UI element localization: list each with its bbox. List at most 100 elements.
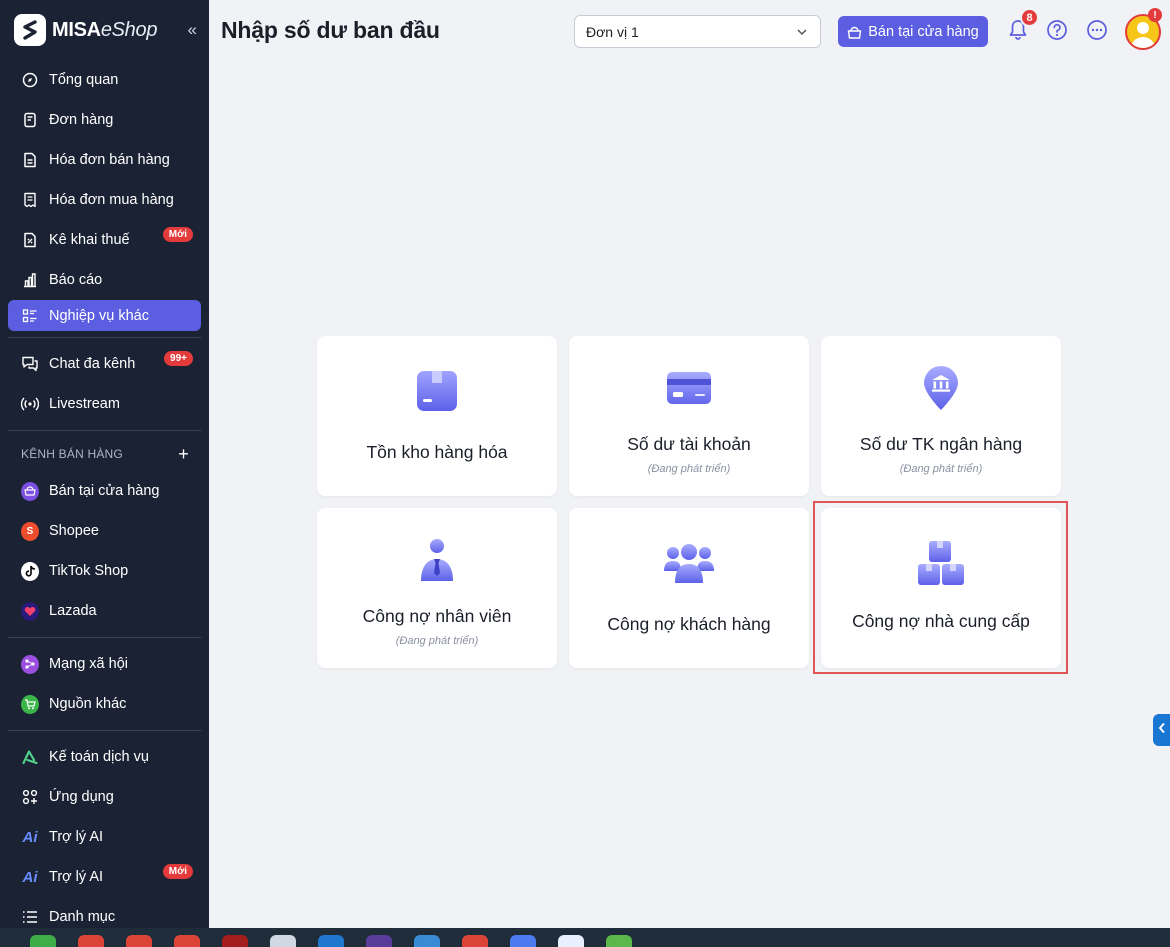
chat-count-badge: 99+ bbox=[164, 351, 193, 366]
report-icon bbox=[21, 271, 39, 289]
misa-logo-icon bbox=[14, 14, 46, 46]
sidebar-item-tiktok-shop[interactable]: TikTok Shop bbox=[0, 551, 209, 591]
page-title: Nhập số dư ban đầu bbox=[221, 17, 440, 43]
tax-icon bbox=[21, 231, 39, 249]
sales-invoice-icon bbox=[21, 151, 39, 169]
tools-nav: Kế toán dịch vụ Ứng dụng Ai Trợ lý AI Ai… bbox=[0, 737, 209, 937]
lazada-icon bbox=[21, 601, 39, 621]
sidebar-item-accounting-service[interactable]: Kế toán dịch vụ bbox=[0, 737, 209, 777]
top-bar: Nhập số dư ban đầu Đơn vị 1 Bán tại cửa … bbox=[209, 0, 1170, 62]
brand-name: MISAeShop bbox=[52, 18, 158, 41]
shopee-icon: S bbox=[21, 521, 39, 541]
card-title: Số dư TK ngân hàng bbox=[859, 434, 1023, 454]
side-panel-toggle[interactable] bbox=[1153, 714, 1170, 746]
purchase-invoice-icon bbox=[21, 191, 39, 209]
sidebar-item-sales-invoice[interactable]: Hóa đơn bán hàng bbox=[0, 140, 209, 180]
new-badge: Mới bbox=[162, 864, 193, 879]
catalog-icon bbox=[21, 908, 39, 926]
unit-select-value: Đơn vị 1 bbox=[586, 23, 639, 40]
taskbar-app-icon[interactable] bbox=[366, 935, 392, 947]
brand-logo[interactable]: MISAeShop bbox=[0, 0, 209, 60]
order-icon bbox=[21, 111, 39, 129]
sidebar-divider bbox=[8, 430, 201, 431]
card-bank-balance[interactable]: Số dư TK ngân hàng (Đang phát triển) bbox=[821, 336, 1061, 496]
ai-icon: Ai bbox=[22, 868, 38, 886]
sidebar-item-report[interactable]: Báo cáo bbox=[0, 260, 209, 300]
sidebar-item-store-sales[interactable]: Bán tại cửa hàng bbox=[0, 471, 209, 511]
card-title: Tồn kho hàng hóa bbox=[366, 442, 508, 462]
card-status: (Đang phát triển) bbox=[395, 635, 479, 647]
sidebar-item-shopee[interactable]: S Shopee bbox=[0, 511, 209, 551]
sidebar-comm-nav: Chat đa kênh 99+ Livestream bbox=[0, 344, 209, 424]
taskbar-app-icon[interactable] bbox=[270, 935, 296, 947]
sidebar-item-lazada[interactable]: Lazada bbox=[0, 591, 209, 631]
sidebar-item-ai-assistant[interactable]: Ai Trợ lý AI bbox=[0, 817, 209, 857]
sidebar-item-ai-assistant-new[interactable]: Ai Trợ lý AI Mới bbox=[0, 857, 209, 897]
notification-count-badge: 8 bbox=[1020, 8, 1039, 27]
taskbar-app-icon[interactable] bbox=[30, 935, 56, 947]
card-status: (Đang phát triển) bbox=[899, 463, 983, 475]
taskbar-app-icon[interactable] bbox=[510, 935, 536, 947]
card-title: Công nợ nhân viên bbox=[362, 606, 512, 626]
apps-icon bbox=[21, 788, 39, 806]
card-title: Số dư tài khoản bbox=[627, 434, 751, 454]
social-network-icon bbox=[21, 654, 39, 674]
card-account-balance[interactable]: Số dư tài khoản (Đang phát triển) bbox=[569, 336, 809, 496]
mail-icon[interactable] bbox=[318, 935, 344, 947]
sales-channels-nav: Bán tại cửa hàng S Shopee TikTok Shop La… bbox=[0, 471, 209, 631]
livestream-icon bbox=[21, 395, 39, 413]
help-icon[interactable] bbox=[1045, 18, 1069, 42]
dashboard-icon bbox=[21, 71, 39, 89]
sidebar-item-livestream[interactable]: Livestream bbox=[0, 384, 209, 424]
notification-bell-icon[interactable]: 8 bbox=[1006, 8, 1039, 42]
sidebar: MISAeShop « Tổng quan Đơn hàng Hóa đơn b… bbox=[0, 0, 209, 928]
sidebar-divider bbox=[8, 337, 201, 338]
customers-icon bbox=[664, 539, 714, 587]
sidebar-item-orders[interactable]: Đơn hàng bbox=[0, 100, 209, 140]
sidebar-item-tax[interactable]: Kê khai thuế Mới bbox=[0, 220, 209, 260]
tiktok-icon bbox=[21, 561, 39, 581]
card-employee-debt[interactable]: Công nợ nhân viên (Đang phát triển) bbox=[317, 508, 557, 668]
card-status: (Đang phát triển) bbox=[647, 463, 731, 475]
highlight-annotation bbox=[813, 501, 1068, 674]
browser-icon[interactable] bbox=[174, 935, 200, 947]
zalo-icon[interactable] bbox=[558, 935, 584, 947]
collapse-sidebar-icon[interactable]: « bbox=[188, 20, 197, 40]
card-title: Công nợ khách hàng bbox=[607, 614, 771, 634]
credit-card-icon bbox=[666, 364, 712, 412]
browser-icon[interactable] bbox=[462, 935, 488, 947]
taskbar-app-icon[interactable] bbox=[414, 935, 440, 947]
ai-icon: Ai bbox=[22, 828, 38, 846]
taskbar-app-icon[interactable] bbox=[222, 935, 248, 947]
card-customer-debt[interactable]: Công nợ khách hàng bbox=[569, 508, 809, 668]
chevron-left-icon bbox=[1158, 721, 1166, 739]
new-badge: Mới bbox=[162, 227, 193, 242]
sidebar-item-other-operations[interactable]: Nghiệp vụ khác bbox=[8, 300, 201, 331]
taskbar-app-icon[interactable] bbox=[606, 935, 632, 947]
sidebar-item-social-network[interactable]: Mạng xã hội bbox=[0, 644, 209, 684]
store-sales-button[interactable]: Bán tại cửa hàng bbox=[838, 16, 988, 47]
browser-icon[interactable] bbox=[78, 935, 104, 947]
unit-select[interactable]: Đơn vị 1 bbox=[574, 15, 821, 48]
sidebar-item-other-sources[interactable]: Nguồn khác bbox=[0, 684, 209, 724]
card-inventory[interactable]: Tồn kho hàng hóa bbox=[317, 336, 557, 496]
sales-channels-title: KÊNH BÁN HÀNG + bbox=[21, 443, 189, 465]
sidebar-divider bbox=[8, 730, 201, 731]
social-sources-nav: Mạng xã hội Nguồn khác bbox=[0, 644, 209, 724]
add-channel-icon[interactable]: + bbox=[178, 444, 189, 465]
sidebar-item-overview[interactable]: Tổng quan bbox=[0, 60, 209, 100]
chat-icon bbox=[21, 355, 39, 373]
chevron-down-icon bbox=[796, 25, 808, 41]
os-taskbar bbox=[0, 928, 1170, 947]
more-options-icon[interactable] bbox=[1085, 18, 1109, 42]
list-icon bbox=[21, 307, 39, 325]
avatar-alert-badge: ! bbox=[1148, 8, 1162, 22]
sidebar-divider bbox=[8, 637, 201, 638]
sidebar-main-nav: Tổng quan Đơn hàng Hóa đơn bán hàng Hóa … bbox=[0, 60, 209, 331]
sidebar-item-chat[interactable]: Chat đa kênh 99+ bbox=[0, 344, 209, 384]
browser-icon[interactable] bbox=[126, 935, 152, 947]
sidebar-item-apps[interactable]: Ứng dụng bbox=[0, 777, 209, 817]
store-icon bbox=[847, 25, 862, 39]
sidebar-item-purchase-invoice[interactable]: Hóa đơn mua hàng bbox=[0, 180, 209, 220]
accounting-icon bbox=[21, 748, 39, 766]
